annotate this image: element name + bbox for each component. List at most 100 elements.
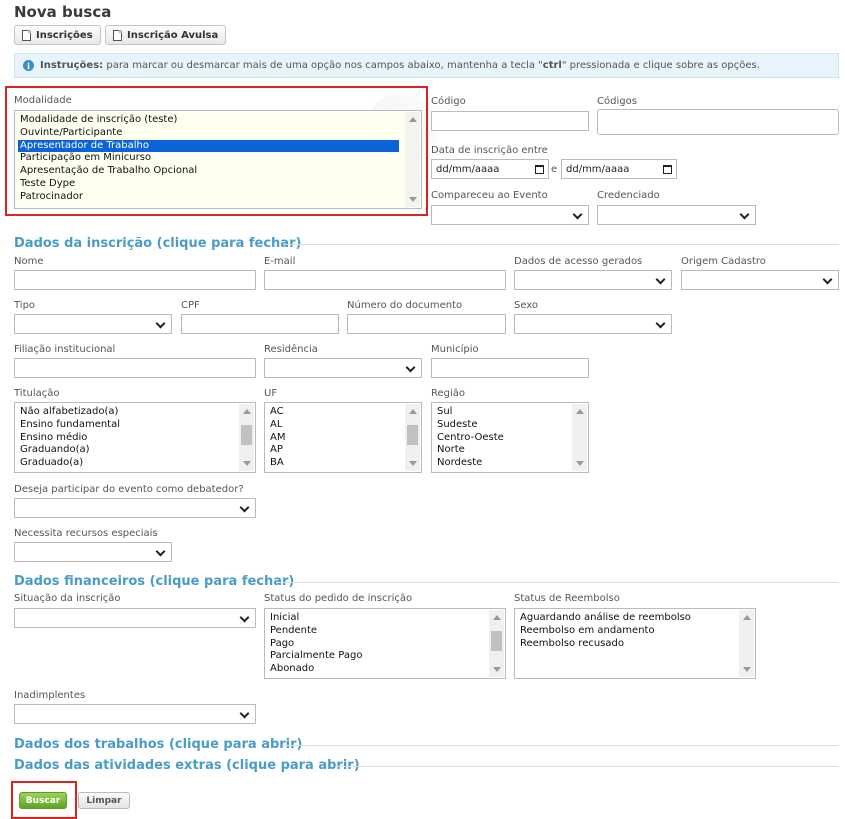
modalidade-listbox[interactable]: Modalidade de inscrição (teste) Ouvinte/… <box>14 110 422 209</box>
section-dados-trabalhos[interactable]: Dados dos trabalhos (clique para abrir) <box>14 737 303 752</box>
credenciado-select[interactable] <box>597 205 756 225</box>
titulacao-listbox[interactable]: Não alfabetizado(a) Ensino fundamental E… <box>14 402 256 473</box>
scroll-up-icon[interactable] <box>409 409 417 414</box>
filiacao-input[interactable] <box>14 358 256 378</box>
status-reembolso-option[interactable]: Reembolso em andamento <box>520 625 755 638</box>
inscricao-avulsa-button[interactable]: Inscrição Avulsa <box>105 25 227 45</box>
documento-input[interactable] <box>347 314 506 334</box>
situacao-select[interactable] <box>14 608 256 628</box>
instructions-key: ctrl <box>542 60 562 71</box>
calendar-icon[interactable] <box>535 164 544 174</box>
regiao-option[interactable]: Sul <box>437 406 588 419</box>
scroll-down-icon[interactable] <box>576 461 584 466</box>
credenciado-label: Credenciado <box>597 190 660 201</box>
titulacao-option[interactable]: Ensino fundamental <box>20 419 255 432</box>
instructions-box: i Instruções: para marcar ou desmarcar m… <box>14 53 839 78</box>
regiao-label: Região <box>431 388 466 399</box>
inadimplentes-select[interactable] <box>14 704 256 724</box>
uf-option[interactable]: AP <box>270 444 421 457</box>
nome-input[interactable] <box>14 270 256 290</box>
status-pedido-option[interactable]: Pendente <box>270 625 505 638</box>
email-label: E-mail <box>264 256 296 267</box>
uf-option[interactable]: AL <box>270 419 421 432</box>
status-reembolso-listbox[interactable]: Aguardando análise de reembolso Reembols… <box>514 608 756 679</box>
codigos-textarea[interactable] <box>597 109 839 135</box>
scroll-up-icon[interactable] <box>493 615 501 620</box>
titulacao-option[interactable]: Graduando(a) <box>20 444 255 457</box>
titulacao-option[interactable]: Ensino médio <box>20 432 255 445</box>
titulacao-option[interactable]: Não alfabetizado(a) <box>20 406 255 419</box>
scroll-up-icon[interactable] <box>243 409 251 414</box>
regiao-scrollbar[interactable] <box>572 404 587 471</box>
modalidade-label: Modalidade <box>14 95 72 106</box>
status-pedido-scrollbar[interactable] <box>489 610 504 677</box>
modalidade-option[interactable]: Participação em Minicurso <box>20 152 421 165</box>
modalidade-option[interactable]: Ouvinte/Participante <box>20 127 421 140</box>
uf-option[interactable]: AC <box>270 406 421 419</box>
status-pedido-option[interactable]: Inicial <box>270 612 505 625</box>
scroll-down-icon[interactable] <box>243 461 251 466</box>
calendar-icon[interactable] <box>663 164 672 174</box>
inscricoes-button[interactable]: Inscrições <box>14 25 101 45</box>
modalidade-option-selected[interactable]: Apresentador de Trabalho <box>18 139 399 153</box>
status-pedido-option[interactable]: Abonado <box>270 663 505 676</box>
section-dados-financeiros[interactable]: Dados financeiros (clique para fechar) <box>14 574 294 589</box>
origem-select[interactable] <box>681 270 839 290</box>
data-inicio-input[interactable]: dd/mm/aaaa <box>431 159 549 179</box>
status-pedido-option[interactable]: Parcialmente Pago <box>270 650 505 663</box>
status-reembolso-option[interactable]: Reembolso recusado <box>520 638 755 651</box>
origem-label: Origem Cadastro <box>681 256 766 267</box>
codigo-label: Código <box>431 96 466 107</box>
section-dados-inscricao[interactable]: Dados da inscrição (clique para fechar) <box>14 236 301 251</box>
modalidade-option[interactable]: Patrocinador <box>20 191 421 204</box>
residencia-select[interactable] <box>264 358 422 378</box>
scroll-down-icon[interactable] <box>409 197 417 202</box>
scroll-thumb[interactable] <box>241 425 252 445</box>
regiao-option[interactable]: Nordeste <box>437 457 588 470</box>
tipo-select[interactable] <box>14 314 172 334</box>
regiao-option[interactable]: Sudeste <box>437 419 588 432</box>
scroll-thumb[interactable] <box>491 631 502 651</box>
uf-option[interactable]: AM <box>270 432 421 445</box>
tipo-label: Tipo <box>14 300 36 311</box>
status-reembolso-scrollbar[interactable] <box>739 610 754 677</box>
recursos-select[interactable] <box>14 542 172 562</box>
regiao-listbox[interactable]: Sul Sudeste Centro-Oeste Norte Nordeste <box>431 402 589 473</box>
sexo-select[interactable] <box>514 314 672 334</box>
municipio-input[interactable] <box>431 358 589 378</box>
compareceu-select[interactable] <box>431 205 589 225</box>
modalidade-scrollbar[interactable] <box>405 112 420 207</box>
status-pedido-listbox[interactable]: Inicial Pendente Pago Parcialmente Pago … <box>264 608 506 679</box>
section-dados-atividades[interactable]: Dados das atividades extras (clique para… <box>14 758 360 773</box>
uf-option[interactable]: BA <box>270 457 421 470</box>
email-input[interactable] <box>264 270 506 290</box>
municipio-label: Município <box>431 344 479 355</box>
scroll-up-icon[interactable] <box>409 117 417 122</box>
status-pedido-option[interactable]: Pago <box>270 638 505 651</box>
data-fim-input[interactable]: dd/mm/aaaa <box>561 159 677 179</box>
scroll-down-icon[interactable] <box>409 461 417 466</box>
scroll-down-icon[interactable] <box>493 667 501 672</box>
titulacao-option[interactable]: Graduado(a) <box>20 457 255 470</box>
limpar-button[interactable]: Limpar <box>78 792 130 809</box>
section-divider <box>335 766 839 767</box>
scroll-thumb[interactable] <box>407 425 418 445</box>
modalidade-option[interactable]: Teste Dype <box>20 178 421 191</box>
scroll-up-icon[interactable] <box>743 615 751 620</box>
regiao-option[interactable]: Centro-Oeste <box>437 432 588 445</box>
scroll-down-icon[interactable] <box>743 667 751 672</box>
scroll-up-icon[interactable] <box>576 409 584 414</box>
regiao-option[interactable]: Norte <box>437 444 588 457</box>
buscar-button[interactable]: Buscar <box>19 792 67 809</box>
modalidade-option[interactable]: Apresentação de Trabalho Opcional <box>20 165 421 178</box>
modalidade-option[interactable]: Modalidade de inscrição (teste) <box>20 114 421 127</box>
cpf-input[interactable] <box>181 314 339 334</box>
acesso-select[interactable] <box>514 270 672 290</box>
status-reembolso-option[interactable]: Aguardando análise de reembolso <box>520 612 755 625</box>
titulacao-scrollbar[interactable] <box>239 404 254 471</box>
codigo-input[interactable] <box>431 111 589 131</box>
debatedor-select[interactable] <box>14 498 256 518</box>
cpf-label: CPF <box>181 300 200 311</box>
uf-listbox[interactable]: AC AL AM AP BA <box>264 402 422 473</box>
uf-scrollbar[interactable] <box>405 404 420 471</box>
